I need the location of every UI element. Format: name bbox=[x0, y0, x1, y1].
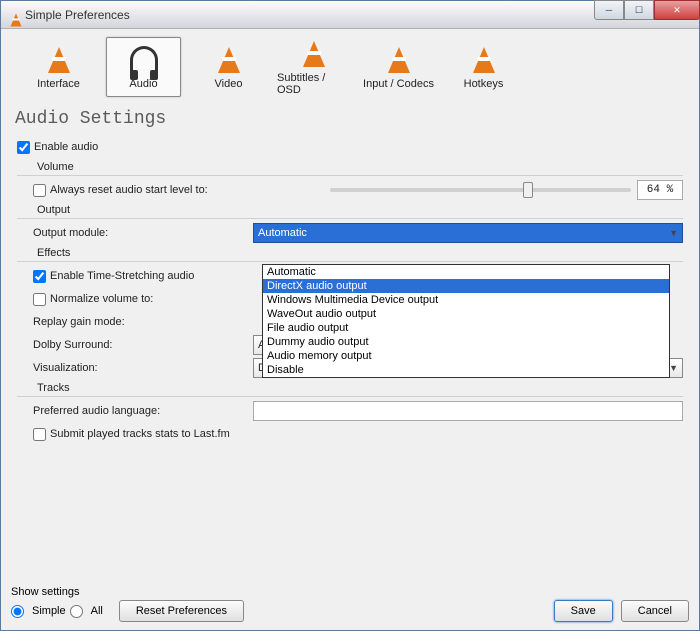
chevron-down-icon: ▼ bbox=[669, 363, 678, 373]
show-simple-radio[interactable] bbox=[11, 605, 24, 618]
dropdown-option[interactable]: Dummy audio output bbox=[263, 335, 669, 349]
lastfm-label: Submit played tracks stats to Last.fm bbox=[50, 428, 230, 440]
normalize-label: Normalize volume to: bbox=[50, 293, 153, 305]
tab-audio[interactable]: Audio bbox=[106, 37, 181, 97]
effects-group-label: Effects bbox=[21, 247, 683, 259]
maximize-button[interactable]: ☐ bbox=[624, 0, 654, 20]
titlebar: Simple Preferences ─ ☐ ✕ bbox=[1, 1, 699, 29]
lastfm-checkbox[interactable] bbox=[33, 428, 46, 441]
tab-video[interactable]: Video bbox=[191, 37, 266, 97]
preferences-window: Simple Preferences ─ ☐ ✕ Interface Audio… bbox=[0, 0, 700, 631]
app-icon bbox=[5, 7, 21, 23]
cone-icon bbox=[298, 38, 330, 70]
dropdown-option[interactable]: Audio memory output bbox=[263, 349, 669, 363]
close-button[interactable]: ✕ bbox=[654, 0, 700, 20]
pref-lang-label: Preferred audio language: bbox=[33, 405, 253, 417]
volume-group-label: Volume bbox=[21, 161, 683, 173]
time-stretch-label: Enable Time-Stretching audio bbox=[50, 270, 194, 282]
enable-audio-label: Enable audio bbox=[34, 141, 98, 153]
show-settings-label: Show settings bbox=[11, 586, 244, 598]
cone-icon bbox=[213, 44, 245, 76]
page-title: Audio Settings bbox=[15, 109, 689, 129]
tab-interface[interactable]: Interface bbox=[21, 37, 96, 97]
dolby-label: Dolby Surround: bbox=[33, 339, 253, 351]
reset-volume-checkbox[interactable] bbox=[33, 184, 46, 197]
cancel-button[interactable]: Cancel bbox=[621, 600, 689, 622]
reset-preferences-button[interactable]: Reset Preferences bbox=[119, 600, 244, 622]
cone-icon bbox=[383, 44, 415, 76]
replay-gain-label: Replay gain mode: bbox=[33, 316, 253, 328]
headphones-icon bbox=[128, 44, 160, 76]
category-tabs: Interface Audio Video Subtitles / OSD In… bbox=[11, 33, 689, 103]
chevron-down-icon: ▼ bbox=[669, 228, 678, 238]
dropdown-option[interactable]: Automatic bbox=[263, 265, 669, 279]
save-button[interactable]: Save bbox=[554, 600, 613, 622]
output-module-dropdown[interactable]: Automatic DirectX audio output Windows M… bbox=[262, 264, 670, 378]
volume-percent: 64 % bbox=[637, 180, 683, 200]
tab-hotkeys[interactable]: Hotkeys bbox=[446, 37, 521, 97]
tab-input-codecs[interactable]: Input / Codecs bbox=[361, 37, 436, 97]
pref-lang-input[interactable] bbox=[253, 401, 683, 421]
dropdown-option[interactable]: Disable bbox=[263, 363, 669, 377]
minimize-button[interactable]: ─ bbox=[594, 0, 624, 20]
normalize-checkbox[interactable] bbox=[33, 293, 46, 306]
tab-subtitles[interactable]: Subtitles / OSD bbox=[276, 37, 351, 97]
reset-volume-label: Always reset audio start level to: bbox=[50, 184, 330, 196]
output-module-combo[interactable]: Automatic ▼ bbox=[253, 223, 683, 243]
enable-audio-checkbox[interactable] bbox=[17, 141, 30, 154]
output-module-label: Output module: bbox=[33, 227, 253, 239]
visualization-label: Visualization: bbox=[33, 362, 253, 374]
dropdown-option[interactable]: WaveOut audio output bbox=[263, 307, 669, 321]
dropdown-option[interactable]: File audio output bbox=[263, 321, 669, 335]
dropdown-option[interactable]: Windows Multimedia Device output bbox=[263, 293, 669, 307]
dropdown-option[interactable]: DirectX audio output bbox=[263, 279, 669, 293]
cone-icon bbox=[43, 44, 75, 76]
tracks-group-label: Tracks bbox=[21, 382, 683, 394]
cone-icon bbox=[468, 44, 500, 76]
time-stretch-checkbox[interactable] bbox=[33, 270, 46, 283]
output-group-label: Output bbox=[21, 204, 683, 216]
show-all-radio[interactable] bbox=[70, 605, 83, 618]
volume-slider[interactable] bbox=[330, 188, 631, 192]
